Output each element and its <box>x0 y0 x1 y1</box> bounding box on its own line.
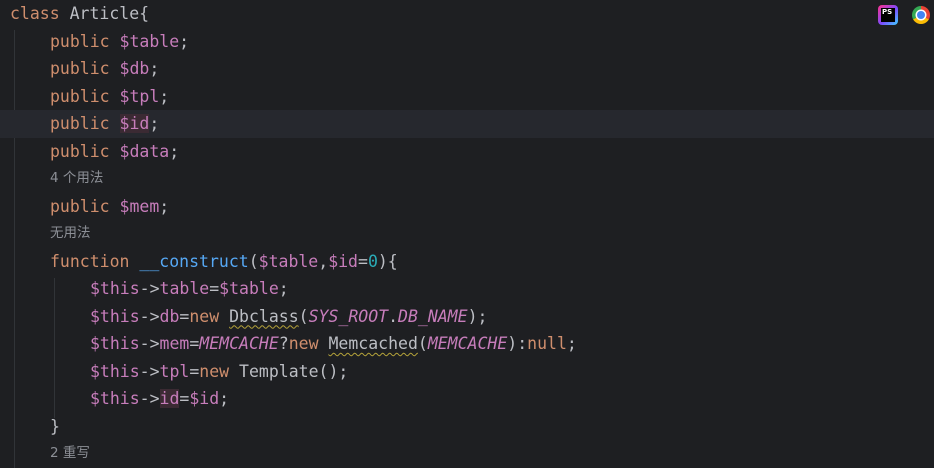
field-variable: $table <box>119 31 180 51</box>
chrome-icon-center <box>917 11 925 19</box>
equals: = <box>209 279 220 298</box>
keyword-public: public <box>50 86 110 106</box>
class-reference[interactable]: Dbclass <box>229 307 299 326</box>
arrow: -> <box>139 361 160 381</box>
browser-icons: PS <box>878 5 930 25</box>
constant: SYS_ROOT <box>308 306 389 326</box>
phpstorm-icon[interactable]: PS <box>878 5 898 25</box>
number-literal: 0 <box>367 251 378 271</box>
class-reference[interactable]: Memcached <box>328 334 417 353</box>
field-variable: $data <box>119 141 170 161</box>
param-variable: $table <box>258 251 319 271</box>
function-name: __construct <box>139 251 249 271</box>
semicolon: ; <box>566 334 577 353</box>
semicolon: ; <box>149 59 160 78</box>
param-variable: $id <box>328 251 358 271</box>
this-variable: $this <box>90 334 140 353</box>
ternary: ? <box>278 334 289 353</box>
code-line[interactable]: class Article{ <box>0 0 934 28</box>
this-variable: $this <box>90 361 140 381</box>
usages-hint-text[interactable]: 4 个用法 <box>50 170 103 186</box>
code-line[interactable]: $this->mem=MEMCACHE?new Memcached(MEMCAC… <box>0 330 934 358</box>
class-name: Article{ <box>69 4 150 23</box>
arrow: -> <box>139 334 160 353</box>
code-line[interactable]: public $mem; <box>0 193 934 221</box>
field-variable: $tpl <box>119 86 160 106</box>
comma: , <box>318 251 329 271</box>
no-usages-hint-text[interactable]: 无用法 <box>50 225 91 241</box>
overrides-hint[interactable]: 2 重写 <box>0 440 934 468</box>
paren: ( <box>248 251 259 271</box>
class-reference[interactable]: Template <box>239 362 318 381</box>
field-variable: $db <box>119 59 150 78</box>
no-usages-hint[interactable]: 无用法 <box>0 220 934 248</box>
semicolon: ; <box>149 114 160 133</box>
equals: = <box>358 251 368 271</box>
closing-brace: } <box>50 416 60 436</box>
variable: $table <box>219 279 279 298</box>
equals: = <box>179 389 190 408</box>
code-line-current[interactable]: public $id; <box>0 110 934 138</box>
semicolon: ; <box>169 141 180 161</box>
semicolon: ; <box>159 196 170 216</box>
keyword-class: class <box>10 4 60 23</box>
semicolon: ; <box>278 279 289 298</box>
usages-hint[interactable]: 4 个用法 <box>0 165 934 193</box>
paren-colon: ): <box>507 334 528 353</box>
chrome-icon[interactable] <box>912 6 930 24</box>
property: tpl <box>159 361 190 381</box>
semicolon: ; <box>159 86 170 106</box>
code-line[interactable]: function __construct($table,$id=0){ <box>0 248 934 276</box>
this-variable: $this <box>90 389 140 408</box>
keyword-public: public <box>50 31 110 51</box>
equals: = <box>189 361 200 381</box>
keyword-new: new <box>189 306 220 326</box>
paren: ( <box>298 306 309 326</box>
constant: MEMCACHE <box>199 334 279 353</box>
keyword-public: public <box>50 141 110 161</box>
dot: . <box>388 306 399 326</box>
keyword-null: null <box>527 334 567 353</box>
property-highlighted: id <box>159 389 180 408</box>
property: table <box>159 279 210 298</box>
this-variable: $this <box>90 306 140 326</box>
arrow: -> <box>139 279 160 298</box>
semicolon: ; <box>179 31 190 51</box>
code-line[interactable]: $this->tpl=new Template(); <box>0 358 934 386</box>
phpstorm-icon-label: PS <box>881 8 895 22</box>
paren-semicolon: (); <box>318 361 349 381</box>
property: mem <box>159 334 190 353</box>
code-line[interactable]: public $db; <box>0 55 934 83</box>
keyword-public: public <box>50 114 110 133</box>
code-line[interactable]: } <box>0 413 934 441</box>
code-editor[interactable]: class Article{ public $table; public $db… <box>0 0 934 468</box>
constant: DB_NAME <box>398 306 468 326</box>
paren: ( <box>417 334 428 353</box>
paren-semicolon: ); <box>467 306 488 326</box>
keyword-public: public <box>50 196 110 216</box>
equals: = <box>179 306 190 326</box>
semicolon: ; <box>219 389 230 408</box>
code-line[interactable]: public $table; <box>0 28 934 56</box>
keyword-new: new <box>288 334 319 353</box>
property: db <box>159 306 180 326</box>
constant: MEMCACHE <box>427 334 508 353</box>
keyword-public: public <box>50 59 110 78</box>
variable: $id <box>189 389 220 408</box>
overrides-hint-text[interactable]: 2 重写 <box>50 445 90 461</box>
code-line[interactable]: $this->db=new Dbclass(SYS_ROOT.DB_NAME); <box>0 303 934 331</box>
arrow: -> <box>139 306 160 326</box>
code-line[interactable]: $this->table=$table; <box>0 275 934 303</box>
keyword-function: function <box>50 251 130 271</box>
this-variable: $this <box>90 279 140 298</box>
code-line[interactable]: $this->id=$id; <box>0 385 934 413</box>
field-variable-highlighted: $id <box>119 114 150 133</box>
keyword-new: new <box>199 361 230 381</box>
code-line[interactable]: public $data; <box>0 138 934 166</box>
code-line[interactable]: public $tpl; <box>0 83 934 111</box>
field-variable: $mem <box>119 196 160 216</box>
equals: = <box>189 334 200 353</box>
paren-brace: ){ <box>377 251 398 271</box>
arrow: -> <box>139 389 160 408</box>
